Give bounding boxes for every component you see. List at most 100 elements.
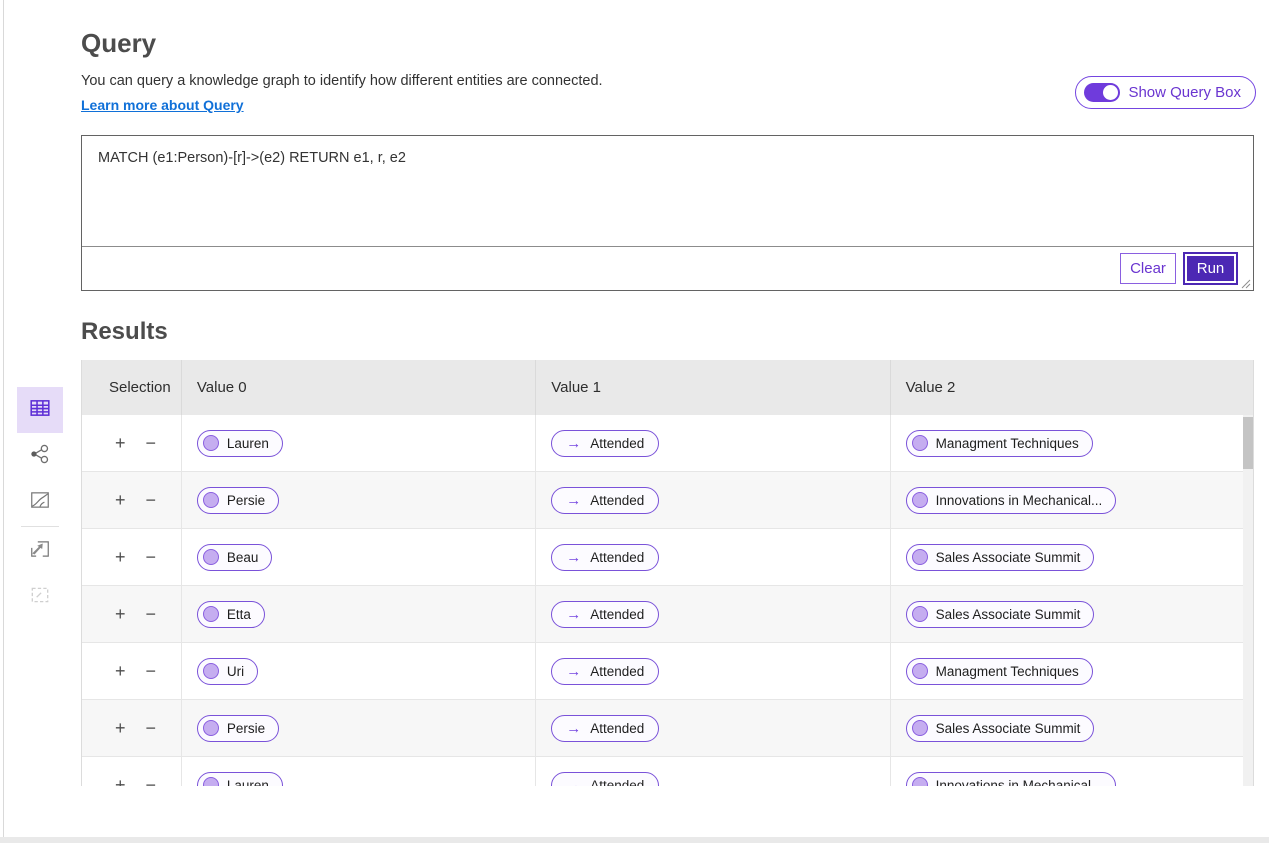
table-row: + − Etta → Attended Sales Associate Summ…: [82, 586, 1253, 643]
sidebar-item-link-chart-view[interactable]: [17, 433, 63, 479]
entity-chip[interactable]: Persie: [196, 486, 280, 514]
arrow-right-icon: →: [566, 605, 582, 623]
entity-label: Innovations in Mechanical...: [935, 777, 1103, 787]
resize-handle[interactable]: [1239, 276, 1251, 289]
column-header-selection: Selection: [82, 360, 182, 415]
results-card: Selection Value 0 Value 1 Value 2 + − La…: [81, 360, 1254, 786]
entity-label: Persie: [226, 492, 266, 508]
entity-label: Sales Associate Summit: [935, 720, 1081, 736]
relationship-label: Attended: [590, 606, 645, 622]
results-view-sidebar: [17, 387, 63, 620]
scrollbar-thumb[interactable]: [1243, 417, 1253, 469]
entity-chip[interactable]: Managment Techniques: [905, 429, 1093, 457]
remove-from-selection-button[interactable]: −: [146, 662, 157, 680]
add-to-selection-button[interactable]: +: [115, 719, 126, 737]
query-description: You can query a knowledge graph to ident…: [81, 73, 603, 89]
relationship-chip[interactable]: → Attended: [551, 771, 660, 787]
entity-chip[interactable]: Innovations in Mechanical...: [905, 771, 1117, 787]
entity-chip[interactable]: Sales Associate Summit: [905, 714, 1095, 742]
entity-chip[interactable]: Etta: [196, 600, 265, 628]
add-to-selection-button[interactable]: +: [115, 434, 126, 452]
entity-label: Innovations in Mechanical...: [935, 492, 1103, 508]
sidebar-divider: [21, 526, 59, 527]
arrow-right-icon: →: [566, 662, 582, 680]
entity-label: Managment Techniques: [935, 435, 1079, 451]
table-view-icon: [29, 397, 51, 424]
relationship-chip[interactable]: → Attended: [551, 657, 660, 685]
query-input[interactable]: MATCH (e1:Person)-[r]->(e2) RETURN e1, r…: [82, 136, 1253, 247]
sidebar-item-map-view[interactable]: [17, 479, 63, 525]
results-table: Selection Value 0 Value 1 Value 2 + − La…: [81, 360, 1254, 786]
remove-from-selection-button[interactable]: −: [146, 491, 157, 509]
table-row: + − Beau → Attended Sales Associate Summ…: [82, 529, 1253, 586]
query-box: MATCH (e1:Person)-[r]->(e2) RETURN e1, r…: [81, 135, 1254, 291]
entity-chip[interactable]: Uri: [196, 657, 259, 685]
entity-label: Sales Associate Summit: [935, 606, 1081, 622]
entity-dot-icon: [202, 606, 219, 622]
entity-chip[interactable]: Lauren: [196, 771, 283, 787]
remove-from-selection-button[interactable]: −: [146, 434, 157, 452]
page-title: Query: [81, 28, 157, 58]
entity-dot-icon: [911, 435, 928, 451]
toggle-switch-icon[interactable]: [1084, 83, 1121, 102]
remove-from-selection-button[interactable]: −: [146, 605, 157, 623]
table-row: + − Persie → Attended Innovations in Mec…: [82, 472, 1253, 529]
relationship-label: Attended: [590, 492, 645, 508]
run-button[interactable]: Run: [1183, 252, 1238, 285]
relationship-chip[interactable]: → Attended: [551, 486, 660, 514]
query-actions: Clear Run: [82, 247, 1253, 290]
entity-chip[interactable]: Sales Associate Summit: [905, 600, 1095, 628]
entity-label: Beau: [226, 549, 259, 565]
entity-label: Persie: [226, 720, 266, 736]
relationship-label: Attended: [590, 549, 645, 565]
add-to-selection-button[interactable]: +: [115, 776, 126, 786]
sidebar-item-add-to-link-chart: [17, 574, 63, 620]
relationship-chip[interactable]: → Attended: [551, 714, 660, 742]
link-chart-icon: [29, 443, 51, 470]
column-header-value2: Value 2: [905, 379, 956, 396]
sidebar-item-table-view[interactable]: [17, 387, 63, 433]
entity-label: Sales Associate Summit: [935, 549, 1081, 565]
table-row: + − Uri → Attended Managment Techniques: [82, 643, 1253, 700]
table-scrollbar[interactable]: [1243, 415, 1253, 786]
entity-label: Managment Techniques: [935, 663, 1079, 679]
entity-chip[interactable]: Beau: [196, 543, 273, 571]
entity-label: Lauren: [226, 435, 269, 451]
table-row: + − Lauren → Attended Innovations in Mec…: [82, 757, 1253, 786]
relationship-chip[interactable]: → Attended: [551, 600, 660, 628]
entity-chip[interactable]: Lauren: [196, 429, 283, 457]
column-header-value0: Value 0: [182, 360, 537, 415]
remove-from-selection-button[interactable]: −: [146, 719, 157, 737]
entity-dot-icon: [911, 663, 928, 679]
arrow-right-icon: →: [566, 719, 582, 737]
relationship-label: Attended: [590, 663, 645, 679]
add-to-selection-button[interactable]: +: [115, 662, 126, 680]
entity-chip[interactable]: Managment Techniques: [905, 657, 1093, 685]
sidebar-item-add-to-map[interactable]: [17, 528, 63, 574]
relationship-chip[interactable]: → Attended: [551, 429, 660, 457]
page-bottom-strip: [0, 837, 1269, 843]
relationship-chip[interactable]: → Attended: [551, 543, 660, 571]
relationship-label: Attended: [590, 777, 645, 787]
entity-dot-icon: [202, 663, 219, 679]
entity-chip[interactable]: Innovations in Mechanical...: [905, 486, 1117, 514]
relationship-label: Attended: [590, 435, 645, 451]
remove-from-selection-button[interactable]: −: [146, 776, 157, 786]
entity-dot-icon: [202, 720, 219, 736]
entity-chip[interactable]: Sales Associate Summit: [905, 543, 1095, 571]
panel-left-border: [3, 0, 4, 837]
add-to-map-icon: [29, 538, 51, 565]
add-to-selection-button[interactable]: +: [115, 491, 126, 509]
remove-from-selection-button[interactable]: −: [146, 548, 157, 566]
table-header-row: Selection Value 0 Value 1 Value 2: [82, 360, 1253, 415]
add-to-selection-button[interactable]: +: [115, 605, 126, 623]
entity-label: Lauren: [226, 777, 269, 787]
show-query-box-toggle[interactable]: Show Query Box: [1075, 76, 1256, 109]
entity-label: Etta: [226, 606, 251, 622]
table-row: + − Persie → Attended Sales Associate Su…: [82, 700, 1253, 757]
learn-more-link[interactable]: Learn more about Query: [81, 97, 244, 113]
clear-button[interactable]: Clear: [1120, 253, 1176, 284]
arrow-right-icon: →: [566, 491, 582, 509]
entity-chip[interactable]: Persie: [196, 714, 280, 742]
add-to-selection-button[interactable]: +: [115, 548, 126, 566]
